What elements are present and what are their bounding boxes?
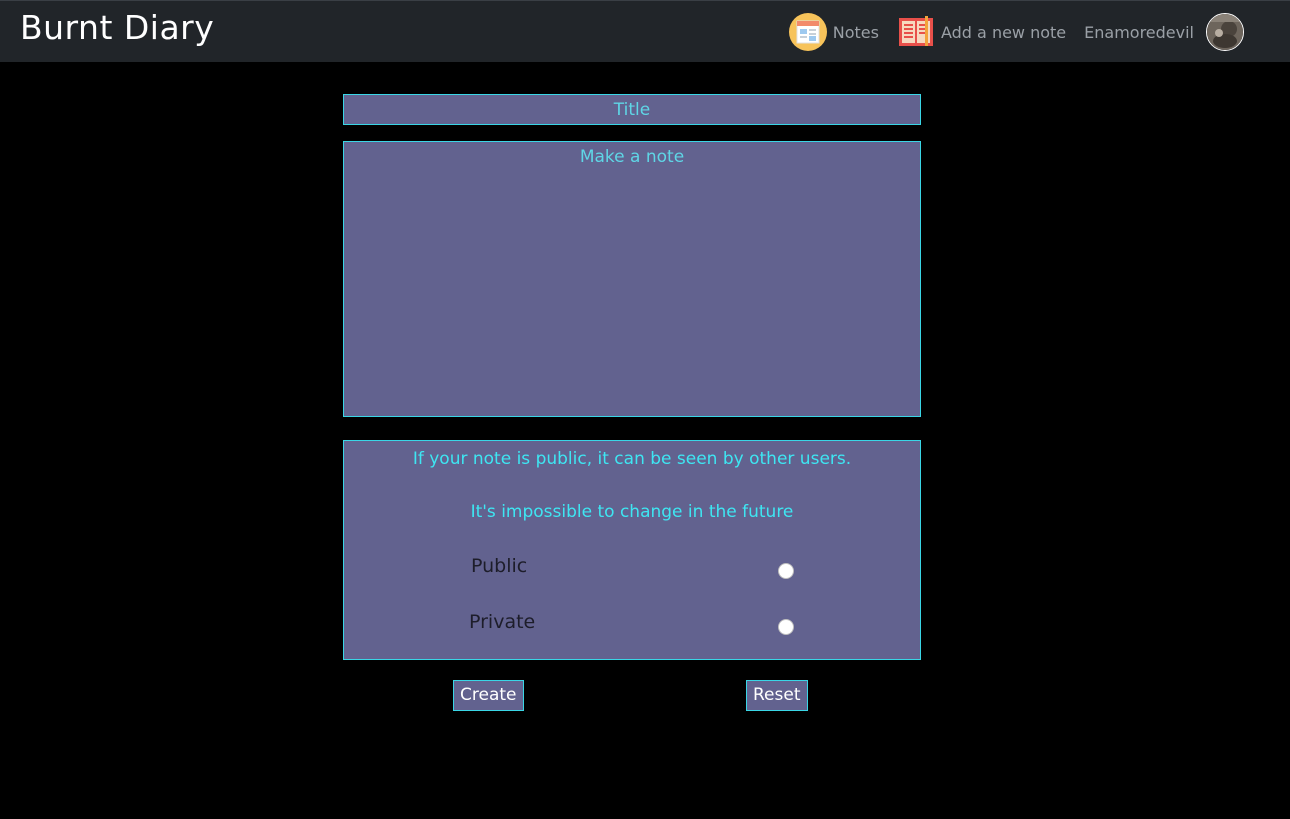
notes-newspaper-icon (788, 13, 827, 51)
public-radio[interactable] (778, 563, 794, 579)
visibility-panel: If your note is public, it can be seen b… (343, 440, 921, 660)
username-link[interactable]: Enamoredevil (1084, 23, 1194, 42)
reset-button[interactable]: Reset (746, 680, 808, 711)
nav-link-add-note-label: Add a new note (940, 22, 1067, 42)
brand-title[interactable]: Burnt Diary (20, 9, 214, 47)
nav-link-add-note[interactable]: Add a new note (897, 13, 1066, 51)
note-textarea[interactable] (343, 141, 921, 417)
nav-link-notes[interactable]: Notes (788, 13, 879, 51)
nav-links: Notes Add a new note Enamoredevil (788, 12, 1244, 52)
visibility-info-public: If your note is public, it can be seen b… (412, 449, 852, 469)
title-input[interactable] (343, 94, 921, 125)
user-avatar[interactable] (1206, 13, 1244, 51)
public-label[interactable]: Public (471, 555, 527, 577)
open-book-icon (897, 13, 935, 51)
nav-link-notes-label: Notes (832, 22, 879, 42)
private-label[interactable]: Private (469, 611, 535, 633)
username-label: Enamoredevil (1084, 22, 1194, 42)
top-navbar: Burnt Diary Notes Add a new note Enamore… (0, 0, 1290, 62)
create-button[interactable]: Create (453, 680, 524, 711)
private-radio[interactable] (778, 619, 794, 635)
visibility-info-warning: It's impossible to change in the future (470, 502, 794, 522)
